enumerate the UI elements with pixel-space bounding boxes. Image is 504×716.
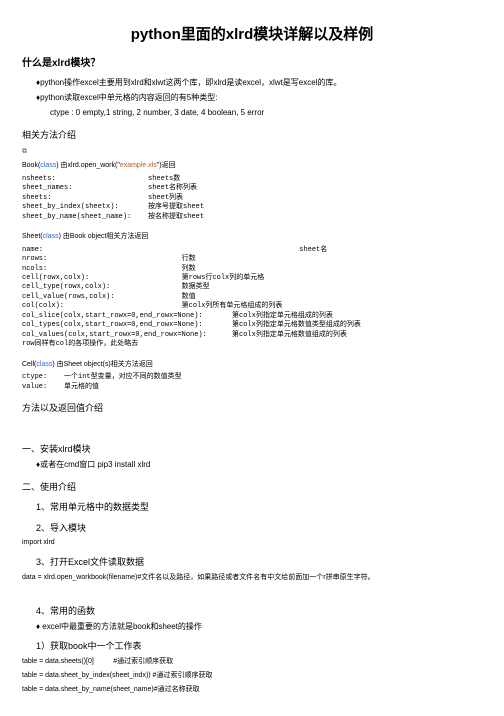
book-class-line: Book(class) 由xlrd.open_work("example.xls… xyxy=(22,161,482,171)
sheet-methods-block: name: sheet名 nrows: 行数 ncols: 列数 cell(ro… xyxy=(22,246,482,350)
heading-methods: 相关方法介绍 xyxy=(22,129,482,142)
book-sheet-note: ♦ excel中最重要的方法就是book和sheet的操作 xyxy=(36,621,482,632)
ctype-list: ctype : 0 empty,1 string, 2 number, 3 da… xyxy=(50,107,482,118)
table-code-3: table = data.sheet_by_name(sheet_name)#通… xyxy=(22,685,482,695)
heading-usage: 方法以及返回值介绍 xyxy=(22,402,482,415)
item-open-file: 3、打开Excel文件读取数据 xyxy=(36,556,482,569)
book-methods-block: nsheets: sheets数 sheet_names: sheet名称列表 … xyxy=(22,175,482,222)
class-keyword: class xyxy=(43,233,59,240)
sheet-class-line: Sheet(class) 由Book object相关方法返回 xyxy=(22,232,482,242)
item-import: 2、导入模块 xyxy=(36,522,482,535)
text: ) 由xlrd.open_work(" xyxy=(56,162,120,169)
bullet-intro-1: ♦python操作excel主要用到xlrd和xlwt这两个库，即xlrd是读e… xyxy=(36,77,482,88)
item-data-types: 1、常用单元格中的数据类型 xyxy=(36,501,482,514)
text: ")返回 xyxy=(157,162,176,169)
section-usage: 二、使用介绍 xyxy=(22,481,482,494)
collapse-icon: ⧉ xyxy=(22,147,482,157)
class-keyword: class xyxy=(40,162,56,169)
heading-what-is: 什么是xlrd模块？ xyxy=(22,57,482,71)
item-common-funcs: 4、常用的函数 xyxy=(36,605,482,618)
text: Cell( xyxy=(22,361,36,368)
text: Sheet( xyxy=(22,233,43,240)
page-title: python里面的xlrd模块详解以及样例 xyxy=(22,24,482,45)
cell-class-line: Cell(class) 由Sheet object(s)相关方法返回 xyxy=(22,360,482,370)
text: Book( xyxy=(22,162,40,169)
item-get-sheet: 1）获取book中一个工作表 xyxy=(36,640,482,653)
table-code-2: table = data.sheet_by_index(sheet_indx))… xyxy=(22,671,482,681)
section-install: 一、安装xlrd模块 xyxy=(22,443,482,456)
string-literal: example.xls xyxy=(120,162,157,169)
bullet-intro-2: ♦python读取excel中单元格的内容返回的有5种类型: xyxy=(36,92,482,103)
text: ) 由Book object相关方法返回 xyxy=(59,233,149,240)
open-workbook-code: data = xlrd.open_workbook(filename)#文件名以… xyxy=(22,573,482,583)
table-code-1: table = data.sheets()[0] #通过索引顺序获取 xyxy=(22,657,482,667)
text: ) 由Sheet object(s)相关方法返回 xyxy=(52,361,152,368)
install-cmd: ♦或者在cmd窗口 pip3 install xlrd xyxy=(36,459,482,470)
class-keyword: class xyxy=(36,361,52,368)
cell-methods-block: ctype: 一个int型变量，对应不同的数值类型 value: 单元格的值 xyxy=(22,373,482,392)
import-code: import xlrd xyxy=(22,538,482,548)
